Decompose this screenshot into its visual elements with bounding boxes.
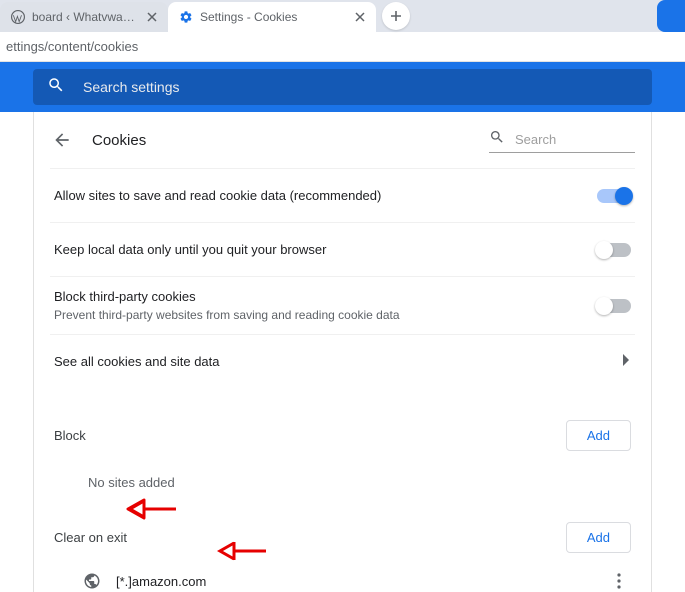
annotation-arrow-1 <box>126 496 178 522</box>
block-add-button[interactable]: Add <box>566 420 631 451</box>
setting-allow-cookies[interactable]: Allow sites to save and read cookie data… <box>50 168 635 222</box>
site-pattern: [*.]amazon.com <box>116 574 607 589</box>
setting-block-third-party[interactable]: Block third-party cookies Prevent third-… <box>50 276 635 334</box>
block-empty-text: No sites added <box>88 475 635 490</box>
content-area: Cookies Allow sites to save and read coo… <box>0 112 685 592</box>
wordpress-icon <box>10 9 26 25</box>
allow-cookies-toggle[interactable] <box>597 189 631 203</box>
local-search-input[interactable] <box>515 132 652 147</box>
tab-title: Settings - Cookies <box>200 10 348 24</box>
url-bar[interactable]: ettings/content/cookies <box>0 32 685 62</box>
page-title: Cookies <box>92 132 489 149</box>
clear-site-row-1[interactable]: [*.]amazon.com <box>50 559 635 592</box>
setting-title: Keep local data only until you quit your… <box>54 242 597 257</box>
block-section-title: Block <box>54 428 566 443</box>
block-third-toggle[interactable] <box>597 299 631 313</box>
block-section-header: Block Add <box>50 420 635 451</box>
setting-title: Allow sites to save and read cookie data… <box>54 188 597 203</box>
setting-title: See all cookies and site data <box>54 354 623 369</box>
new-tab-button[interactable] <box>382 2 410 30</box>
setting-description: Prevent third-party websites from saving… <box>54 308 597 322</box>
url-text: ettings/content/cookies <box>6 39 138 54</box>
main-panel: Cookies Allow sites to save and read coo… <box>33 112 652 592</box>
settings-header <box>0 62 685 112</box>
keep-local-toggle[interactable] <box>597 243 631 257</box>
global-search-input[interactable] <box>83 79 638 95</box>
browser-tab-bar: board ‹ Whatvwant — Wor… Settings - Cook… <box>0 0 685 32</box>
setting-title: Block third-party cookies <box>54 289 597 304</box>
chevron-right-icon <box>623 353 631 371</box>
search-icon <box>489 129 505 150</box>
clear-section-header: Clear on exit Add <box>50 522 635 553</box>
window-control-area <box>657 0 685 32</box>
kebab-menu-icon[interactable] <box>607 569 631 592</box>
tab-title: board ‹ Whatvwant — Wor… <box>32 10 140 24</box>
globe-icon <box>82 571 102 591</box>
search-icon <box>47 76 65 99</box>
browser-tab-2[interactable]: Settings - Cookies <box>168 2 376 32</box>
setting-keep-local[interactable]: Keep local data only until you quit your… <box>50 222 635 276</box>
local-search[interactable] <box>489 127 635 153</box>
close-icon[interactable] <box>352 9 368 25</box>
back-arrow-icon[interactable] <box>50 128 74 152</box>
clear-add-button[interactable]: Add <box>566 522 631 553</box>
global-search-box[interactable] <box>33 69 652 105</box>
clear-section-title: Clear on exit <box>54 530 566 545</box>
annotation-arrow-2 <box>216 538 268 564</box>
gear-icon <box>178 9 194 25</box>
browser-tab-1[interactable]: board ‹ Whatvwant — Wor… <box>0 2 168 32</box>
title-row: Cookies <box>50 112 635 168</box>
close-icon[interactable] <box>144 9 160 25</box>
setting-see-all-cookies[interactable]: See all cookies and site data <box>50 334 635 388</box>
